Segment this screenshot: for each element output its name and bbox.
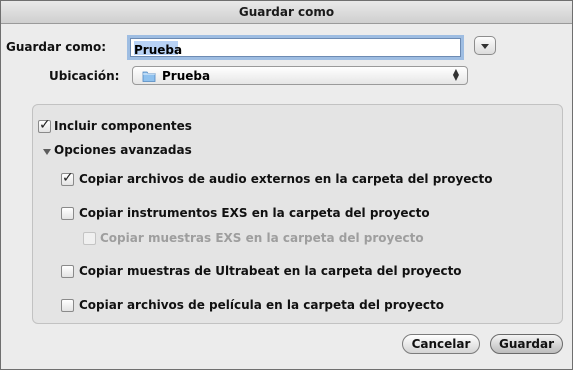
copy-exs-instruments-checkbox[interactable] xyxy=(61,207,74,220)
copy-movie-label[interactable]: Copiar archivos de película en la carpet… xyxy=(79,298,444,312)
folder-icon xyxy=(142,71,156,82)
include-components-checkbox[interactable] xyxy=(38,117,51,133)
save-as-label: Guardar como: xyxy=(6,40,107,54)
copy-ultrabeat-label[interactable]: Copiar muestras de Ultrabeat en la carpe… xyxy=(79,264,462,278)
copy-audio-label[interactable]: Copiar archivos de audio externos en la … xyxy=(79,172,493,186)
copy-exs-samples-label: Copiar muestras EXS en la carpeta del pr… xyxy=(100,231,424,245)
save-as-dialog: Guardar como Guardar como: Ubicación: Pr… xyxy=(0,0,573,370)
expand-browser-button[interactable] xyxy=(474,36,496,55)
copy-ultrabeat-checkbox[interactable] xyxy=(61,265,74,278)
chevron-down-icon xyxy=(481,44,489,49)
location-label: Ubicación: xyxy=(49,69,120,83)
disclosure-triangle-icon[interactable] xyxy=(43,149,51,155)
dialog-title: Guardar como xyxy=(1,1,572,24)
popup-arrows-icon: ▲ ▼ xyxy=(452,67,460,82)
copy-movie-checkbox[interactable] xyxy=(61,299,74,312)
copy-exs-instruments-label[interactable]: Copiar instrumentos EXS en la carpeta de… xyxy=(79,206,430,220)
save-button[interactable]: Guardar xyxy=(490,334,563,354)
filename-input[interactable] xyxy=(131,41,460,59)
copy-audio-checkbox[interactable] xyxy=(61,170,74,186)
advanced-options-label[interactable]: Opciones avanzadas xyxy=(54,143,192,157)
filename-field[interactable] xyxy=(130,38,461,59)
location-value: Prueba xyxy=(162,69,211,83)
copy-exs-samples-checkbox xyxy=(83,232,96,245)
cancel-button[interactable]: Cancelar xyxy=(402,334,480,354)
location-popup[interactable]: Prueba ▲ ▼ xyxy=(132,66,468,85)
include-components-label[interactable]: Incluir componentes xyxy=(54,119,192,133)
